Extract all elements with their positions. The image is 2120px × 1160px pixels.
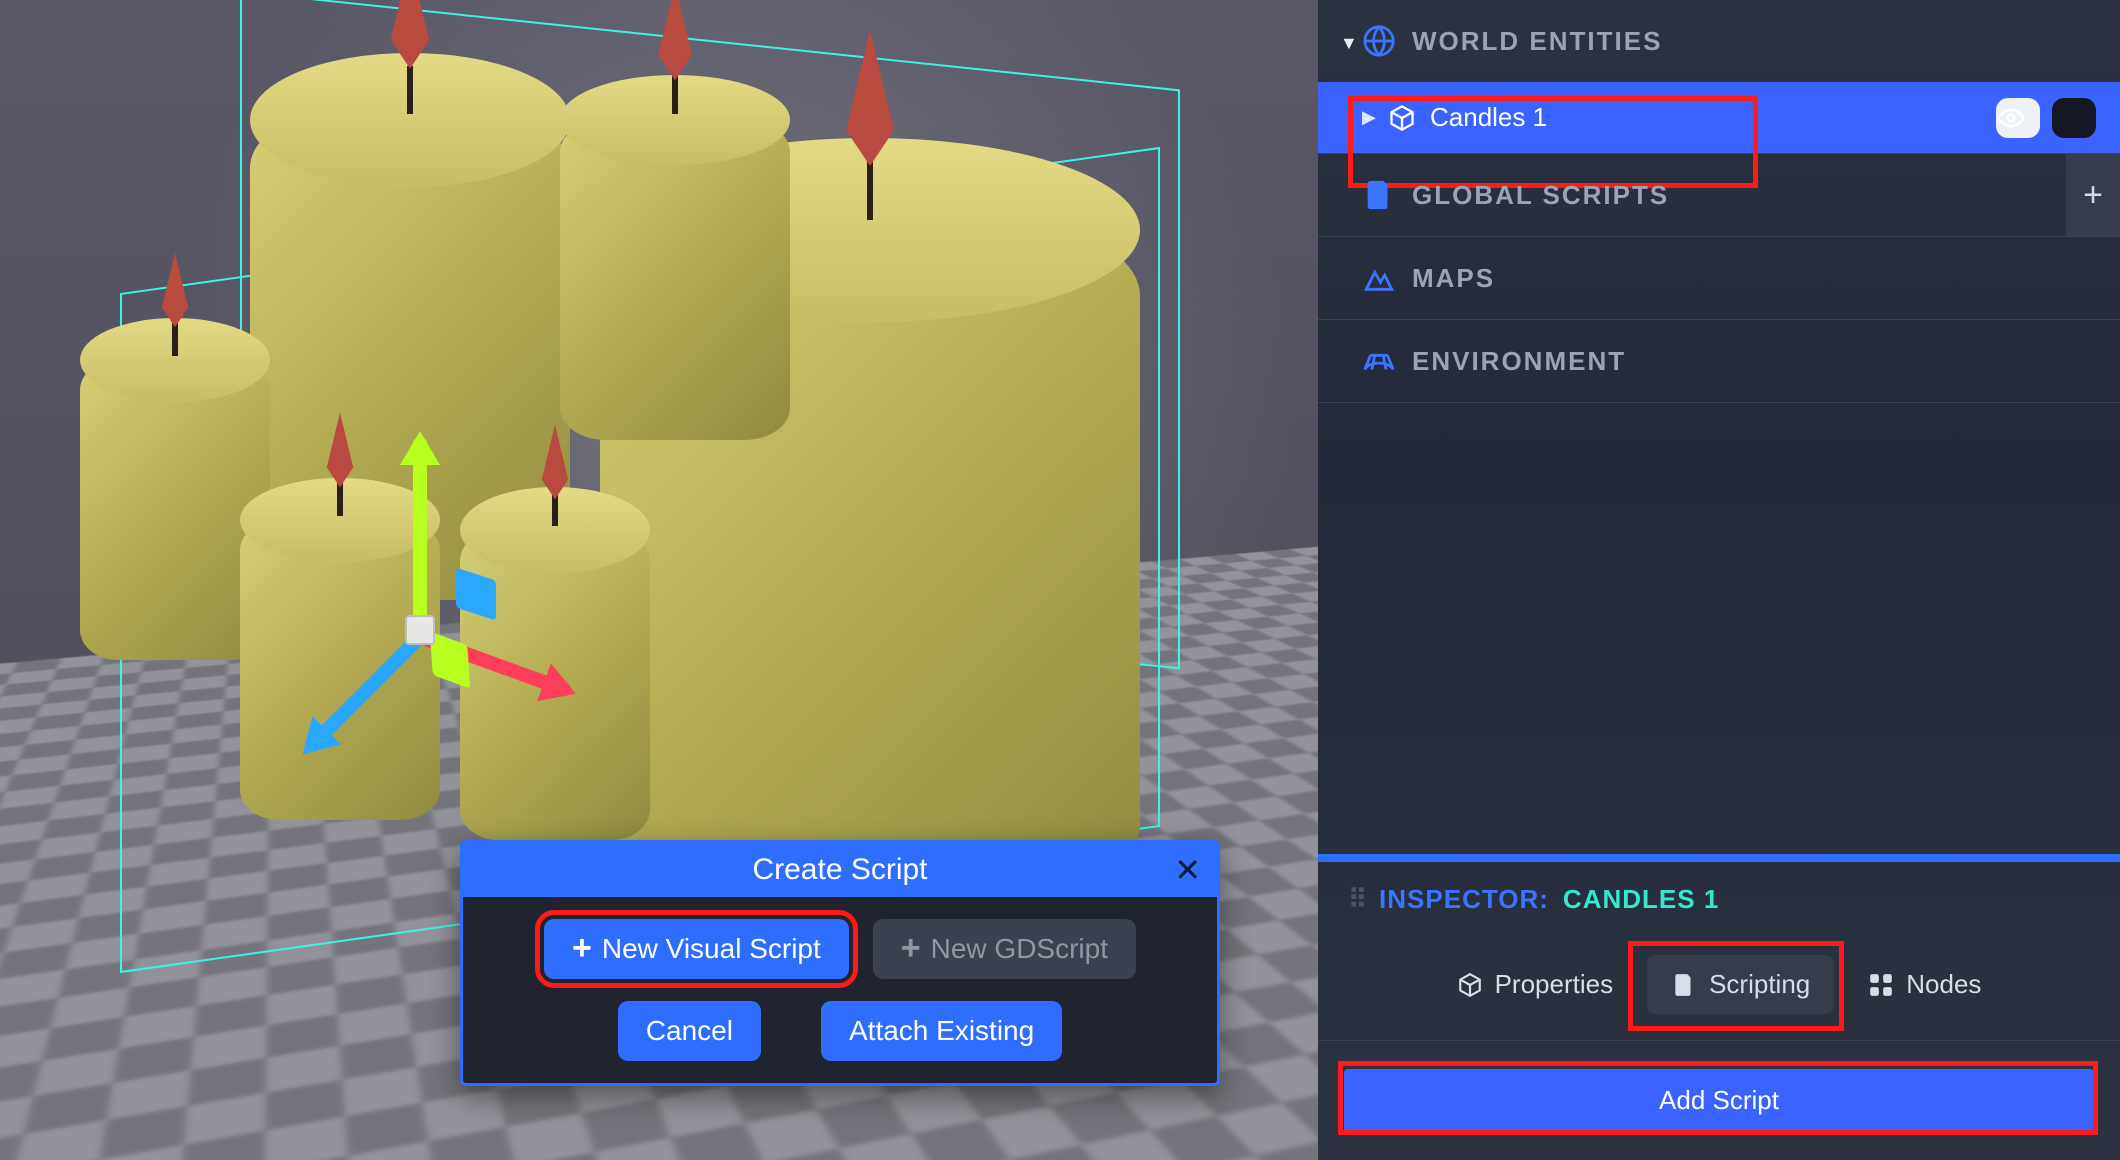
eye-icon <box>1997 104 2025 132</box>
new-visual-script-button[interactable]: + New Visual Script <box>544 919 849 979</box>
entity-actions <box>1996 98 2096 138</box>
entity-name: Candles 1 <box>1430 102 1547 133</box>
maps-section: MAPS <box>1318 237 2120 320</box>
nodes-icon <box>1868 972 1894 998</box>
tab-label: Properties <box>1495 969 1614 1000</box>
mountain-icon <box>1362 261 1396 295</box>
entity-color-swatch[interactable] <box>2052 98 2096 138</box>
section-label: WORLD ENTITIES <box>1412 26 1662 57</box>
entity-row-candles[interactable]: ▶ Candles 1 <box>1318 82 2120 153</box>
world-entities-section: ▼ WORLD ENTITIES ▶ Candles 1 <box>1318 0 2120 154</box>
section-label: ENVIRONMENT <box>1412 346 1626 377</box>
inspector-tabs: Properties Scripting Nodes <box>1318 937 2120 1041</box>
selection-bbox <box>240 0 1180 669</box>
button-label: Cancel <box>646 1015 733 1047</box>
tab-label: Nodes <box>1906 969 1981 1000</box>
chevron-right-icon: ▶ <box>1362 107 1376 128</box>
attach-existing-button[interactable]: Attach Existing <box>821 1001 1062 1061</box>
section-label: GLOBAL SCRIPTS <box>1412 180 1669 211</box>
cancel-button[interactable]: Cancel <box>618 1001 761 1061</box>
section-label: MAPS <box>1412 263 1495 294</box>
button-label: New GDScript <box>931 933 1108 965</box>
section-header-scripts[interactable]: GLOBAL SCRIPTS <box>1318 154 2120 236</box>
tab-nodes[interactable]: Nodes <box>1844 955 2005 1014</box>
inspector-divider <box>1318 854 2120 862</box>
section-header-environment[interactable]: ENVIRONMENT <box>1318 320 2120 402</box>
add-script-button[interactable]: Add Script <box>1344 1069 2094 1132</box>
section-header-world[interactable]: ▼ WORLD ENTITIES <box>1318 0 2120 82</box>
panel-spacer <box>1318 403 2120 854</box>
app-root: Create Script ✕ + New Visual Script + Ne… <box>0 0 2120 1160</box>
inspector-body: Add Script <box>1318 1041 2120 1160</box>
cube-icon <box>1457 972 1483 998</box>
tab-scripting[interactable]: Scripting <box>1647 955 1834 1014</box>
candle-mesh <box>80 360 270 660</box>
visibility-toggle[interactable] <box>1996 98 2040 138</box>
candle-mesh <box>560 120 790 440</box>
globe-icon <box>1362 24 1396 58</box>
section-header-maps[interactable]: MAPS <box>1318 237 2120 319</box>
add-script-plus-button[interactable]: + <box>2066 154 2120 236</box>
environment-section: ENVIRONMENT <box>1318 320 2120 403</box>
button-label: Attach Existing <box>849 1015 1034 1047</box>
create-script-dialog: Create Script ✕ + New Visual Script + Ne… <box>460 840 1220 1086</box>
chevron-down-icon: ▼ <box>1340 33 1360 54</box>
gizmo-axis-y[interactable] <box>413 437 427 637</box>
grid-icon <box>1362 344 1396 378</box>
inspector-header: ⠿ INSPECTOR: CANDLES 1 <box>1318 862 2120 937</box>
plus-icon: + <box>901 935 921 962</box>
script-icon <box>1671 972 1697 998</box>
right-panel: ▼ WORLD ENTITIES ▶ Candles 1 <box>1318 0 2120 1160</box>
cube-icon <box>1388 104 1416 132</box>
close-icon[interactable]: ✕ <box>1174 851 1201 889</box>
viewport-3d[interactable]: Create Script ✕ + New Visual Script + Ne… <box>0 0 1318 1160</box>
button-label: Add Script <box>1659 1085 1779 1115</box>
inspector-label: INSPECTOR: <box>1379 884 1549 915</box>
dialog-title: Create Script <box>752 853 927 887</box>
script-icon <box>1362 178 1396 212</box>
candle-mesh <box>250 120 570 600</box>
new-gdscript-button[interactable]: + New GDScript <box>873 919 1136 979</box>
dialog-titlebar: Create Script ✕ <box>463 843 1217 897</box>
plus-icon: + <box>572 935 592 962</box>
gizmo-plane[interactable] <box>456 568 496 621</box>
tab-label: Scripting <box>1709 969 1810 1000</box>
tab-properties[interactable]: Properties <box>1433 955 1638 1014</box>
drag-grip-icon[interactable]: ⠿ <box>1348 884 1365 915</box>
global-scripts-section: GLOBAL SCRIPTS + <box>1318 154 2120 237</box>
button-label: New Visual Script <box>602 933 821 965</box>
inspector-target-name: CANDLES 1 <box>1563 884 1719 915</box>
